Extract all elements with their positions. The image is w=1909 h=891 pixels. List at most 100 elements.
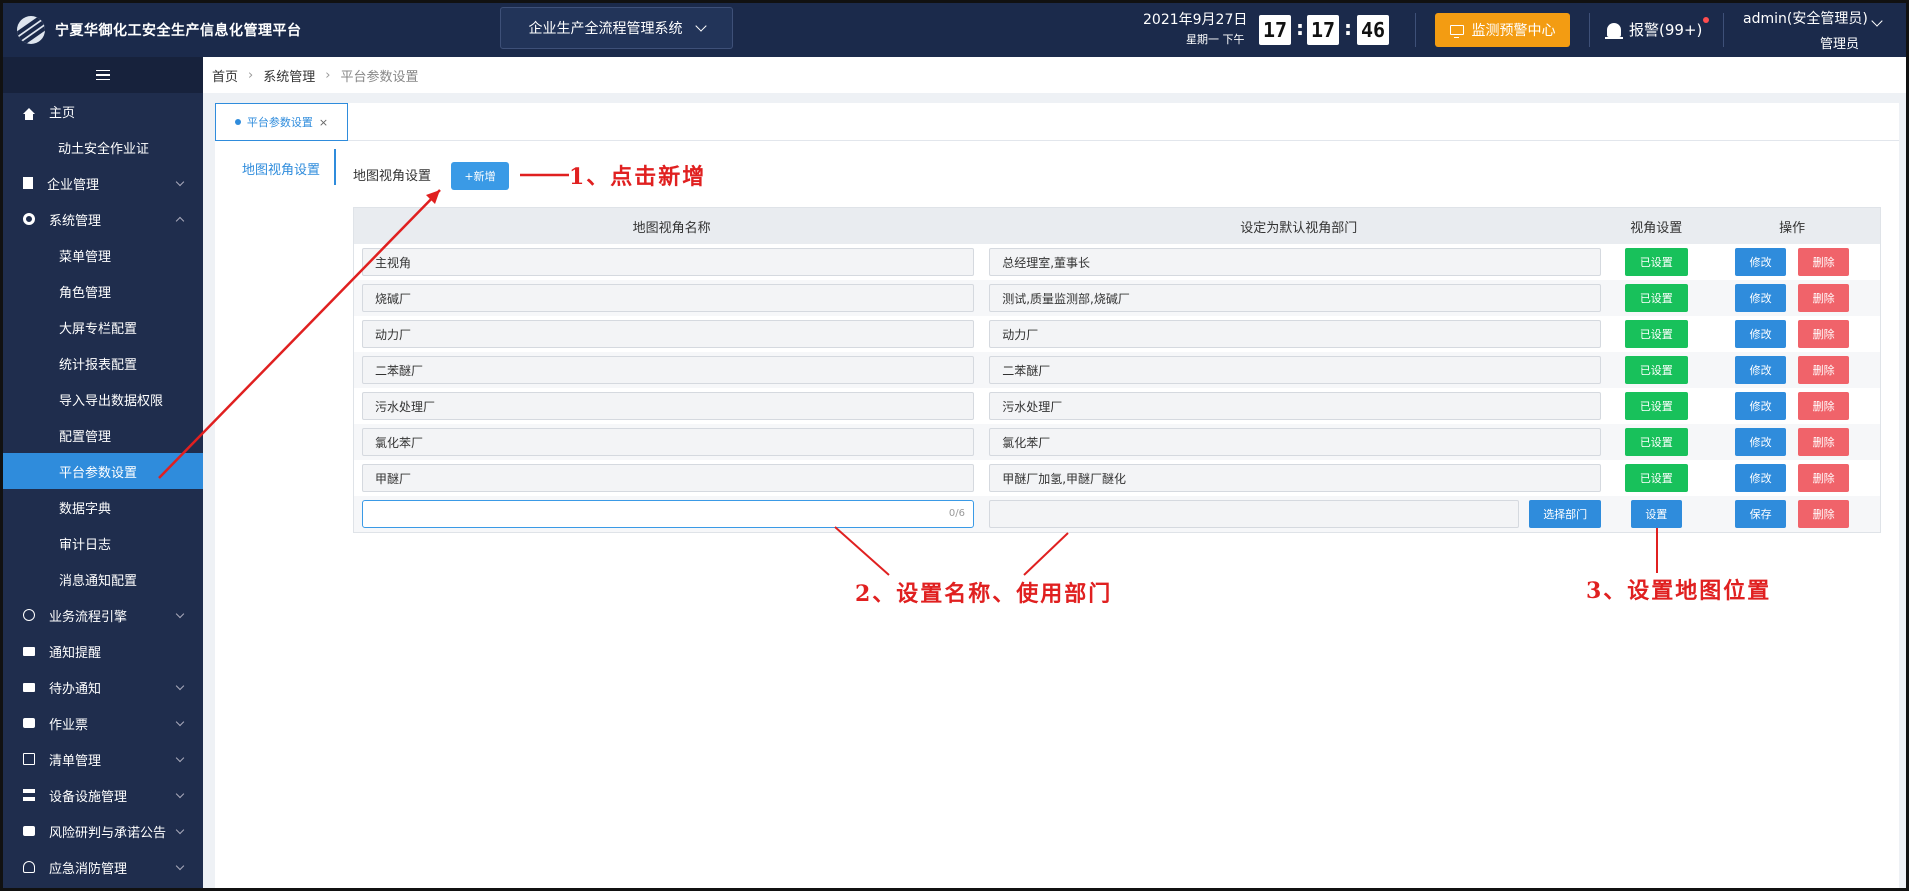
view-set-button[interactable]: 已设置 [1624,392,1688,420]
delete-button[interactable]: 删除 [1798,356,1850,384]
sidebar-item-system[interactable]: 系统管理 [3,201,203,237]
view-name-field[interactable]: 烧碱厂 [362,284,974,312]
select-dept-button[interactable]: 选择部门 [1529,500,1602,528]
sidebar-item-label: 设备设施管理 [49,789,128,805]
sidebar-item-label: 作业票 [49,717,89,733]
sidebar-item-risk[interactable]: 风险研判与承诺公告 [3,813,203,849]
sidebar-item-list-mgmt[interactable]: 清单管理 [3,741,203,777]
delete-button[interactable]: 删除 [1798,464,1850,492]
delete-button[interactable]: 删除 [1798,248,1850,276]
sidebar-item-report-config[interactable]: 统计报表配置 [3,345,203,381]
view-name-field[interactable]: 甲醚厂 [362,464,974,492]
sidebar-item-label: 通知提醒 [49,645,102,661]
tab-label: 平台参数设置 [246,116,313,129]
tab-platform-params[interactable]: 平台参数设置 × [215,103,348,141]
clock-minute: 17 [1307,15,1339,45]
edit-button[interactable]: 修改 [1735,320,1787,348]
list-icon [23,753,35,765]
edit-button[interactable]: 修改 [1735,392,1787,420]
sidebar-item-notice[interactable]: 通知提醒 [3,633,203,669]
user-menu-chevron-icon[interactable] [1871,15,1883,27]
dept-field[interactable]: 二苯醚厂 [989,356,1602,384]
sidebar-item-audit-log[interactable]: 审计日志 [3,525,203,561]
edit-button[interactable]: 修改 [1735,428,1787,456]
add-button[interactable]: +新增 [451,162,509,190]
close-icon[interactable]: × [319,116,328,129]
header-actions: 操作 [1779,220,1806,236]
table-row: 氯化苯厂 氯化苯厂 已设置 修改 删除 [354,424,1880,460]
sidebar-item-work-ticket[interactable]: 作业票 [3,705,203,741]
dept-field[interactable]: 测试,质量监测部,烧碱厂 [989,284,1602,312]
sidebar-item-label: 系统管理 [49,213,102,229]
user-name[interactable]: admin(安全管理员) [1743,8,1868,28]
table-row-new: 0/6 选择部门 设置 保存 删除 [354,496,1880,532]
save-button[interactable]: 保存 [1735,500,1787,528]
view-set-button[interactable]: 已设置 [1624,464,1688,492]
view-name-field[interactable]: 二苯醚厂 [362,356,974,384]
map-view-table: 地图视角名称 设定为默认视角部门 视角设置 操作 主视角 总经理室,董事长 已设置修… [353,207,1881,533]
view-set-button[interactable]: 已设置 [1624,284,1688,312]
table-row: 甲醚厂 甲醚厂加氢,甲醚厂醚化 已设置 修改 删除 [354,460,1880,496]
chevron-down-icon [175,861,185,871]
view-name-field[interactable]: 污水处理厂 [362,392,974,420]
edit-button[interactable]: 修改 [1735,356,1787,384]
chevron-down-icon [175,753,185,763]
sidebar-item-import-export[interactable]: 导入导出数据权限 [3,381,203,417]
delete-button[interactable]: 删除 [1798,392,1850,420]
sidebar-item-equipment[interactable]: 设备设施管理 [3,777,203,813]
sidebar-item-platform-params[interactable]: 平台参数设置 [3,453,203,489]
alarm-button[interactable]: 报警(99+) [1605,19,1702,40]
sidebar-item-data-dictionary[interactable]: 数据字典 [3,489,203,525]
tab-active-dot [234,119,241,125]
menu-collapse-icon [96,70,110,80]
delete-button[interactable]: 删除 [1798,500,1850,528]
delete-button[interactable]: 删除 [1798,320,1850,348]
view-set-button[interactable]: 已设置 [1624,320,1688,348]
sidebar-collapse-button[interactable] [3,57,203,93]
sidebar-item-role-mgmt[interactable]: 角色管理 [3,273,203,309]
view-name-field[interactable]: 氯化苯厂 [362,428,974,456]
home-icon [23,108,35,120]
header-view-name: 地图视角名称 [632,220,711,236]
sidebar-item-todo[interactable]: 待办通知 [3,669,203,705]
sidebar-item-label: 动土安全作业证 [58,141,150,157]
edit-button[interactable]: 修改 [1735,248,1787,276]
breadcrumb-home[interactable]: 首页 [212,66,238,85]
dept-field[interactable]: 总经理室,董事长 [989,248,1602,276]
monitor-center-button[interactable]: 监测预警中心 [1435,13,1570,47]
sidebar-item-home[interactable]: 主页 [3,93,203,129]
set-view-button[interactable]: 设置 [1630,500,1682,528]
header-divider [1589,13,1590,47]
new-view-name-input[interactable]: 0/6 [362,500,974,528]
edit-button[interactable]: 修改 [1735,464,1787,492]
view-set-button[interactable]: 已设置 [1624,356,1688,384]
sidebar-item-config-mgmt[interactable]: 配置管理 [3,417,203,453]
view-name-field[interactable]: 动力厂 [362,320,974,348]
dept-field[interactable]: 甲醚厂加氢,甲醚厂醚化 [989,464,1602,492]
section-title: 地图视角设置 [353,169,432,184]
dept-field[interactable]: 污水处理厂 [989,392,1602,420]
system-select[interactable]: 企业生产全流程管理系统 [500,7,733,49]
sidebar-item-excavation-permit[interactable]: 动土安全作业证 [3,129,203,165]
sidebar: 主页 动土安全作业证 企业管理 系统管理 菜单管理 角色管理 大屏专栏配置 统计… [3,57,203,888]
view-set-button[interactable]: 已设置 [1624,428,1688,456]
sidebar-item-message-config[interactable]: 消息通知配置 [3,561,203,597]
edit-button[interactable]: 修改 [1735,284,1787,312]
sidebar-item-emergency[interactable]: 应急消防管理 [3,849,203,885]
delete-button[interactable]: 删除 [1798,428,1850,456]
table-body: 主视角 总经理室,董事长 已设置 修改 删除 烧碱厂 测试,质量监测部,烧碱厂 已设置 修改 删除… [354,244,1880,496]
screenshot-frame: 宁夏华御化工安全生产信息化管理平台 企业生产全流程管理系统 2021年9月27日… [0,0,1909,891]
sidebar-item-menu-mgmt[interactable]: 菜单管理 [3,237,203,273]
sidebar-item-workflow[interactable]: 业务流程引擎 [3,597,203,633]
annotation-step3: 3、设置地图位置 [1586,578,1772,604]
sidebar-item-enterprise[interactable]: 企业管理 [3,165,203,201]
delete-button[interactable]: 删除 [1798,284,1850,312]
dept-field[interactable]: 氯化苯厂 [989,428,1602,456]
breadcrumb-parent[interactable]: 系统管理 [263,66,315,85]
new-dept-input[interactable] [989,500,1520,528]
dept-field[interactable]: 动力厂 [989,320,1602,348]
side-menu-map-view[interactable]: 地图视角设置 [242,159,320,178]
view-name-field[interactable]: 主视角 [362,248,974,276]
sidebar-item-bigscreen-config[interactable]: 大屏专栏配置 [3,309,203,345]
view-set-button[interactable]: 已设置 [1624,248,1688,276]
